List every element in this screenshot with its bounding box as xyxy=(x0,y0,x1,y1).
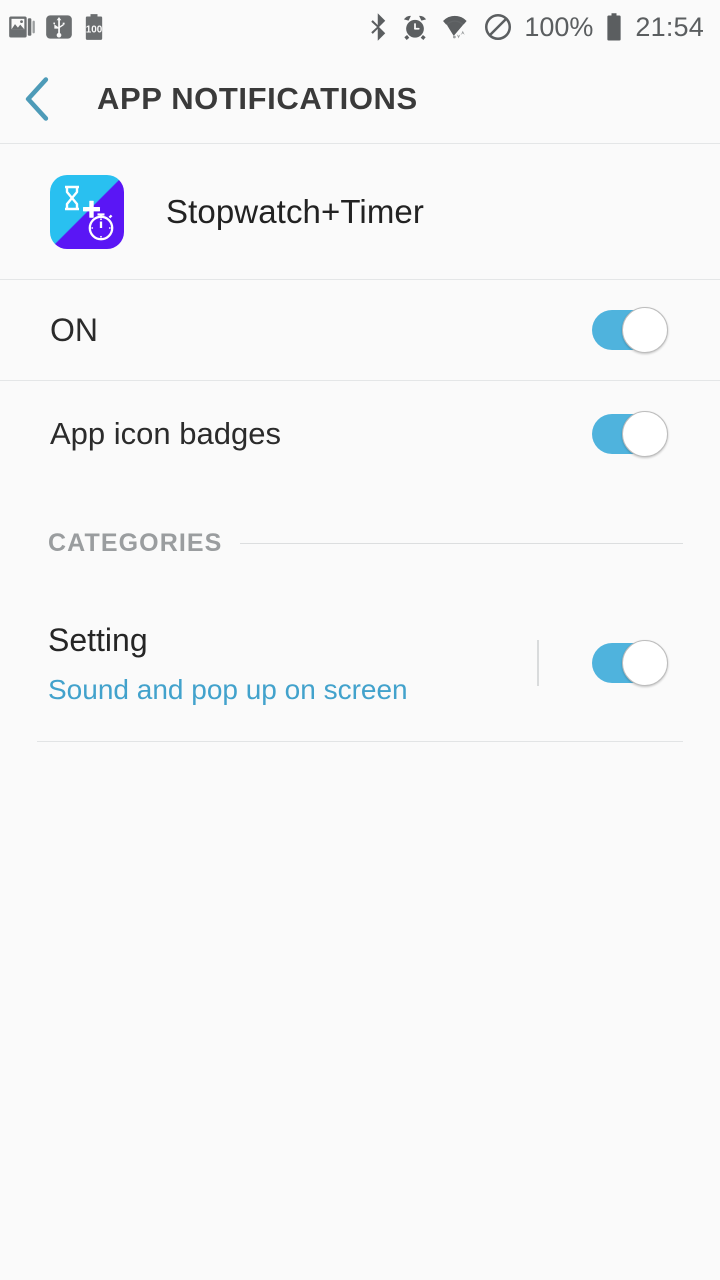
categories-label: CATEGORIES xyxy=(48,528,223,557)
categories-section-header: CATEGORIES xyxy=(0,522,720,564)
battery-percent-label: 100% xyxy=(524,11,594,42)
app-icon-badges-toggle-switch[interactable] xyxy=(592,411,668,457)
stopwatch-timer-app-icon xyxy=(50,174,124,249)
back-button[interactable] xyxy=(0,54,74,143)
status-bar-system-icons: 100% 21:54 xyxy=(368,12,704,43)
category-title: Setting xyxy=(48,622,148,658)
alarm-icon xyxy=(404,15,427,40)
bluetooth-icon xyxy=(371,13,386,41)
category-vertical-divider xyxy=(537,640,539,686)
toggle-thumb xyxy=(622,640,668,686)
page-title: APP NOTIFICATIONS xyxy=(97,80,418,116)
battery-notification-icon: 100 xyxy=(86,14,103,40)
clock-label: 21:54 xyxy=(635,11,704,42)
app-name-label: Stopwatch+Timer xyxy=(166,192,424,230)
category-bottom-divider xyxy=(37,741,683,742)
master-toggle-label: ON xyxy=(50,311,98,348)
do-not-disturb-icon xyxy=(485,14,512,40)
category-subtitle: Sound and pop up on screen xyxy=(48,674,408,705)
master-toggle-switch[interactable] xyxy=(592,307,668,353)
category-setting-toggle-switch[interactable] xyxy=(592,640,668,686)
battery-icon xyxy=(607,13,622,41)
toggle-thumb xyxy=(622,411,668,457)
app-icon-badges-row[interactable]: App icon badges xyxy=(0,381,720,486)
screenshot-icon xyxy=(9,16,35,38)
back-chevron-icon xyxy=(25,76,49,121)
app-header-row: Stopwatch+Timer xyxy=(0,144,720,279)
svg-text:100: 100 xyxy=(86,24,103,35)
app-notifications-screen: 100 100% 21:54 APP NOTIFICATIONS Stopwat… xyxy=(0,0,720,1280)
master-toggle-row[interactable]: ON xyxy=(0,280,720,380)
status-bar: 100 100% 21:54 xyxy=(0,0,720,54)
toggle-thumb xyxy=(622,307,668,353)
app-bar: APP NOTIFICATIONS xyxy=(0,54,720,143)
app-icon-badges-label: App icon badges xyxy=(50,415,281,451)
usb-icon xyxy=(46,15,72,39)
categories-rule xyxy=(240,542,683,544)
status-bar-notification-icons: 100 xyxy=(8,13,106,41)
wifi-icon xyxy=(443,15,467,39)
